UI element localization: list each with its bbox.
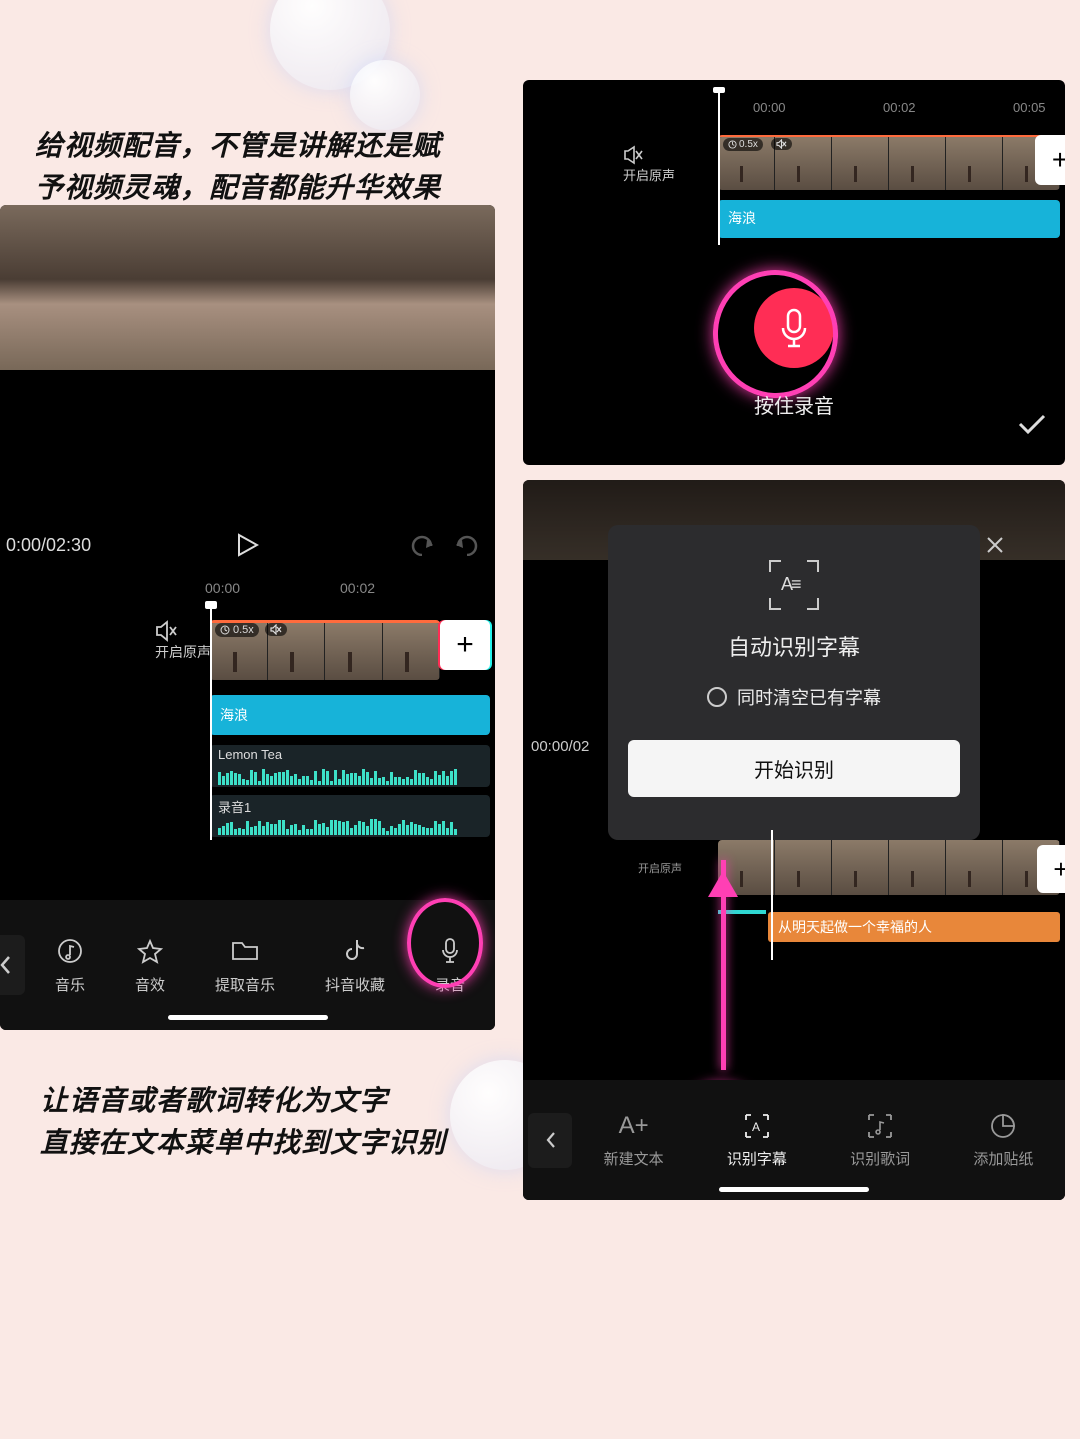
tool-label: 音乐 <box>55 974 85 995</box>
music-note-icon <box>57 936 83 966</box>
toggle-label: 开启原声 <box>155 642 211 662</box>
caption-bottom: 让语音或者歌词转化为文字 直接在文本菜单中找到文字识别 <box>40 1080 446 1164</box>
home-indicator <box>719 1187 869 1192</box>
tool-new-text[interactable]: A+ 新建文本 <box>604 1112 664 1169</box>
video-clip[interactable] <box>718 135 1060 190</box>
tool-label: 识别歌词 <box>850 1148 910 1169</box>
tool-label: 提取音乐 <box>215 974 275 995</box>
confirm-button[interactable] <box>1017 413 1047 435</box>
preview-letterbox <box>0 370 495 500</box>
record-hint: 按住录音 <box>523 390 1065 419</box>
original-sound-toggle[interactable]: 开启原声 <box>155 620 211 662</box>
waveform <box>218 769 482 785</box>
tool-label: 音效 <box>135 974 165 995</box>
toggle-label: 开启原声 <box>623 165 675 184</box>
tool-label: 抖音收藏 <box>325 974 385 995</box>
folder-icon <box>231 936 259 966</box>
playhead[interactable] <box>771 830 773 960</box>
tool-record[interactable]: 录音 <box>435 936 465 995</box>
lyrics-icon <box>866 1112 894 1140</box>
tool-douyin-favorites[interactable]: 抖音收藏 <box>325 936 385 995</box>
clip-mute-badge[interactable] <box>265 623 287 636</box>
add-clip-button[interactable]: + <box>1035 135 1065 185</box>
audio-track-music[interactable]: Lemon Tea <box>210 745 490 787</box>
playhead[interactable] <box>718 90 720 245</box>
clip-mute-badge[interactable] <box>771 138 792 150</box>
audio-track-sfx[interactable]: 海浪 <box>718 200 1060 238</box>
waveform <box>218 819 482 835</box>
original-sound-toggle[interactable]: 开启原声 <box>623 145 675 184</box>
caption-top: 给视频配音，不管是讲解还是赋 予视频灵魂，配音都能升华效果 <box>35 125 441 209</box>
radio-unchecked-icon <box>707 687 727 707</box>
timeline-tick: 00:02 <box>883 100 916 115</box>
tool-extract-music[interactable]: 提取音乐 <box>215 936 275 995</box>
caption-line: 让语音或者歌词转化为文字 <box>40 1080 446 1122</box>
add-clip-button[interactable]: + <box>1037 845 1065 893</box>
auto-subtitle-icon: A≡ <box>769 560 819 610</box>
back-button[interactable] <box>528 1113 572 1168</box>
playhead[interactable] <box>210 605 212 840</box>
dialog-title: 自动识别字幕 <box>608 630 980 662</box>
caption-line: 给视频配音，不管是讲解还是赋 <box>35 125 441 167</box>
editor-panel-subtitle: A≡ 自动识别字幕 同时清空已有字幕 开始识别 00:00/02 开启原声 + … <box>523 480 1065 1200</box>
clip-speed-badge[interactable]: 0.5x <box>215 623 259 637</box>
microphone-icon <box>440 936 460 966</box>
svg-text:A: A <box>752 1120 760 1134</box>
caption-line: 予视频灵魂，配音都能升华效果 <box>35 167 441 209</box>
tool-music[interactable]: 音乐 <box>55 936 85 995</box>
star-icon <box>137 936 163 966</box>
speaker-muted-icon <box>623 145 675 165</box>
redo-button[interactable] <box>454 534 480 556</box>
microphone-icon <box>777 306 811 350</box>
audio-toolbar: 音乐 音效 提取音乐 抖音收藏 录音 <box>0 900 495 1030</box>
start-recognition-button[interactable]: 开始识别 <box>628 740 960 797</box>
timeline-tick: 00:02 <box>340 580 375 596</box>
timeline-tick: 00:05 <box>1013 100 1046 115</box>
caption-line: 直接在文本菜单中找到文字识别 <box>40 1122 446 1164</box>
home-indicator <box>168 1015 328 1020</box>
preview-video[interactable] <box>0 205 495 370</box>
close-button[interactable] <box>985 535 1005 555</box>
tool-label: 识别字幕 <box>727 1148 787 1169</box>
clear-existing-option[interactable]: 同时清空已有字幕 <box>608 684 980 710</box>
undo-button[interactable] <box>409 534 435 556</box>
clip-speed-badge[interactable]: 0.5x <box>723 138 763 151</box>
audio-track-recording[interactable]: 录音1 <box>210 795 490 837</box>
add-clip-button[interactable]: + <box>440 620 490 670</box>
original-sound-toggle[interactable]: 开启原声 <box>638 860 682 876</box>
back-button[interactable] <box>0 935 25 995</box>
douyin-icon <box>344 936 366 966</box>
audio-track-sfx[interactable]: 海浪 <box>210 695 490 735</box>
editor-panel-record: 00:00 00:02 00:05 开启原声 0.5x + 海浪 按住录音 <box>523 80 1065 465</box>
tool-label: 录音 <box>435 974 465 995</box>
tool-label: 添加贴纸 <box>973 1148 1033 1169</box>
subtitle-clip[interactable]: 从明天起做一个幸福的人 <box>768 912 1060 942</box>
sticker-icon <box>990 1112 1016 1140</box>
bubble-decoration <box>350 60 420 130</box>
tool-sfx[interactable]: 音效 <box>135 936 165 995</box>
time-display: 00:00/02 <box>531 738 589 755</box>
tool-sticker[interactable]: 添加贴纸 <box>973 1112 1033 1169</box>
auto-subtitle-icon: A <box>743 1112 771 1140</box>
highlight-arrow <box>721 860 726 1070</box>
timeline-tick: 00:00 <box>753 100 786 115</box>
speaker-muted-icon <box>155 620 211 642</box>
playback-controls: 0:00/02:30 <box>0 520 495 570</box>
editor-panel-audio: 0:00/02:30 00:00 00:02 开启原声 0.5x + 海浪 Le… <box>0 205 495 1030</box>
time-display: 0:00/02:30 <box>6 535 91 556</box>
play-button[interactable] <box>237 533 259 557</box>
option-label: 同时清空已有字幕 <box>737 684 881 710</box>
record-button[interactable] <box>754 288 834 368</box>
tool-recognize-subtitle[interactable]: A 识别字幕 <box>727 1112 787 1169</box>
text-add-icon: A+ <box>619 1112 649 1140</box>
video-clip[interactable] <box>718 840 1060 895</box>
subtitle-recognition-dialog: A≡ 自动识别字幕 同时清空已有字幕 开始识别 <box>608 525 980 840</box>
tool-recognize-lyrics[interactable]: 识别歌词 <box>850 1112 910 1169</box>
text-toolbar: A+ 新建文本 A 识别字幕 识别歌词 添加贴纸 <box>523 1080 1065 1200</box>
tool-label: 新建文本 <box>604 1148 664 1169</box>
timeline-tick: 00:00 <box>205 580 240 596</box>
